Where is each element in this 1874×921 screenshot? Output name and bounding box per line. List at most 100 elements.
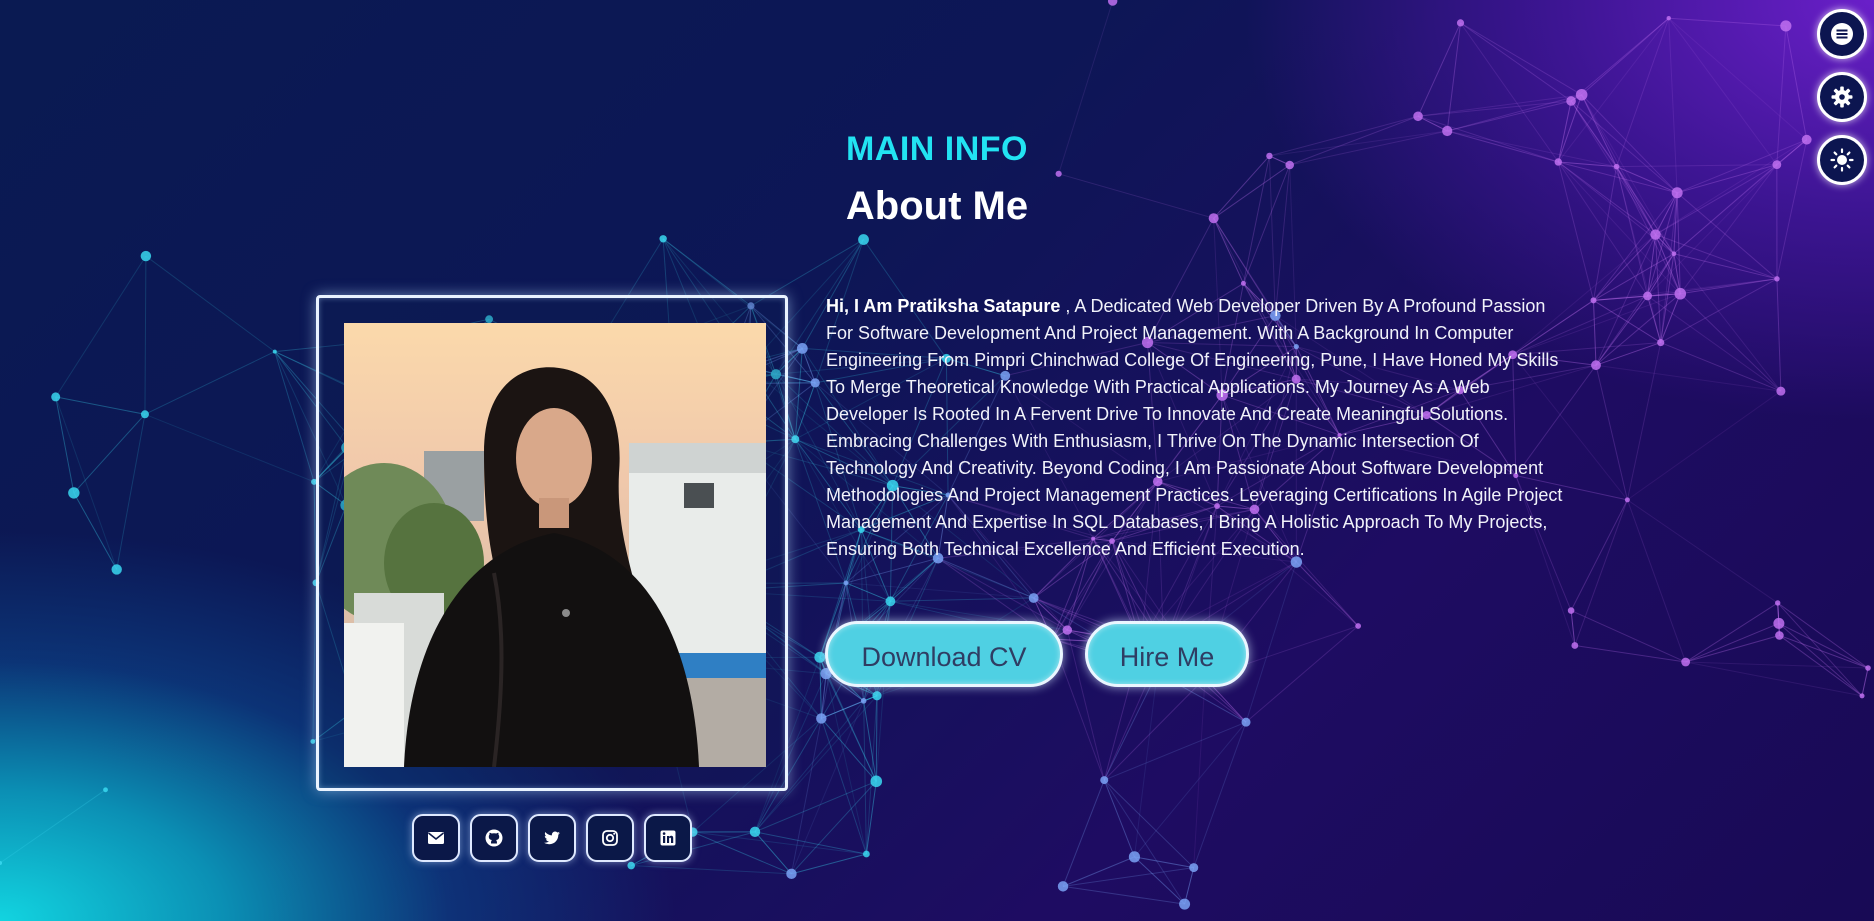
network-line bbox=[73, 492, 118, 570]
network-line bbox=[1777, 602, 1869, 669]
network-node bbox=[1666, 16, 1671, 21]
network-line bbox=[274, 351, 315, 482]
twitter-link[interactable] bbox=[528, 814, 576, 862]
network-node bbox=[1590, 297, 1597, 304]
network-node bbox=[1624, 497, 1630, 503]
network-node bbox=[885, 596, 896, 607]
network-node bbox=[1179, 898, 1191, 910]
network-node bbox=[272, 349, 277, 354]
network-node bbox=[68, 487, 80, 499]
network-line bbox=[1460, 22, 1572, 102]
bio-greeting: Hi, I Am Pratiksha Satapure bbox=[826, 296, 1061, 316]
network-node bbox=[1028, 593, 1039, 603]
network-line bbox=[845, 582, 1034, 599]
network-node bbox=[1571, 642, 1579, 649]
network-node bbox=[1780, 20, 1792, 32]
network-node bbox=[862, 850, 870, 858]
network-line bbox=[55, 396, 75, 493]
network-node bbox=[1775, 631, 1784, 640]
network-line bbox=[55, 396, 146, 415]
network-node bbox=[51, 392, 61, 402]
network-line bbox=[1245, 625, 1359, 723]
github-link[interactable] bbox=[470, 814, 518, 862]
network-node bbox=[872, 691, 882, 701]
network-node bbox=[1566, 96, 1576, 106]
network-node bbox=[140, 410, 149, 419]
network-line bbox=[1627, 390, 1782, 501]
network-line bbox=[631, 865, 792, 875]
network-node bbox=[791, 435, 800, 444]
network-node bbox=[1657, 338, 1665, 347]
network-line bbox=[1679, 293, 1782, 392]
menu-icon bbox=[1831, 23, 1853, 45]
network-node bbox=[140, 250, 152, 262]
email-link[interactable] bbox=[412, 814, 460, 862]
network-line bbox=[1103, 779, 1135, 858]
linkedin-icon bbox=[660, 830, 676, 846]
theme-toggle-button[interactable] bbox=[1817, 135, 1867, 185]
network-node bbox=[1057, 881, 1069, 892]
network-line bbox=[1592, 300, 1597, 366]
network-line bbox=[1184, 867, 1195, 905]
network-line bbox=[1134, 856, 1185, 905]
network-node bbox=[814, 651, 826, 663]
network-line bbox=[1581, 94, 1675, 254]
network-node bbox=[1413, 111, 1423, 122]
network-line bbox=[1296, 561, 1359, 627]
network-node bbox=[1671, 251, 1677, 257]
about-bio: Hi, I Am Pratiksha Satapure , A Dedicate… bbox=[826, 293, 1566, 563]
network-node bbox=[1062, 625, 1073, 635]
network-line bbox=[1062, 867, 1194, 887]
network-node bbox=[1355, 623, 1362, 629]
network-line bbox=[1245, 561, 1297, 723]
network-line bbox=[1627, 499, 1778, 604]
network-line bbox=[1062, 885, 1185, 905]
network-line bbox=[863, 700, 867, 855]
network-node bbox=[796, 343, 808, 354]
network-line bbox=[1446, 22, 1462, 132]
linkedin-link[interactable] bbox=[644, 814, 692, 862]
network-line bbox=[1417, 94, 1582, 117]
network-line bbox=[791, 853, 867, 875]
network-line bbox=[1268, 155, 1276, 316]
network-node bbox=[870, 775, 883, 788]
network-line bbox=[1673, 253, 1778, 280]
hire-me-button[interactable]: Hire Me bbox=[1085, 621, 1249, 687]
network-line bbox=[1660, 342, 1782, 392]
twitter-icon bbox=[544, 831, 560, 845]
network-node bbox=[659, 235, 667, 243]
network-node bbox=[843, 580, 849, 586]
network-node bbox=[111, 564, 122, 575]
network-node bbox=[1859, 693, 1865, 699]
network-line bbox=[0, 789, 106, 864]
network-node bbox=[749, 826, 761, 838]
settings-button[interactable] bbox=[1817, 72, 1867, 122]
network-node bbox=[1775, 600, 1781, 606]
network-line bbox=[1062, 856, 1135, 887]
section-subtitle: MAIN INFO bbox=[845, 130, 1029, 168]
menu-button[interactable] bbox=[1817, 9, 1867, 59]
network-line bbox=[791, 780, 877, 875]
network-line bbox=[1103, 779, 1195, 868]
network-line bbox=[1776, 278, 1782, 392]
network-node bbox=[310, 739, 316, 744]
network-node bbox=[1776, 386, 1786, 396]
network-line bbox=[145, 255, 276, 352]
network-node bbox=[1650, 229, 1661, 240]
network-line bbox=[1685, 634, 1780, 663]
network-node bbox=[1456, 19, 1465, 27]
network-line bbox=[1557, 161, 1594, 301]
download-cv-button[interactable]: Download CV bbox=[825, 621, 1063, 687]
network-line bbox=[144, 351, 275, 415]
network-line bbox=[1193, 678, 1206, 868]
network-node bbox=[1055, 170, 1062, 177]
network-line bbox=[865, 781, 877, 855]
profile-photo bbox=[344, 323, 766, 767]
theme-sun-icon bbox=[1830, 148, 1854, 172]
instagram-link[interactable] bbox=[586, 814, 634, 862]
network-node bbox=[1100, 776, 1109, 785]
network-node bbox=[810, 378, 820, 388]
network-node bbox=[1240, 280, 1246, 286]
network-line bbox=[1647, 295, 1782, 392]
network-line bbox=[1626, 499, 1687, 663]
